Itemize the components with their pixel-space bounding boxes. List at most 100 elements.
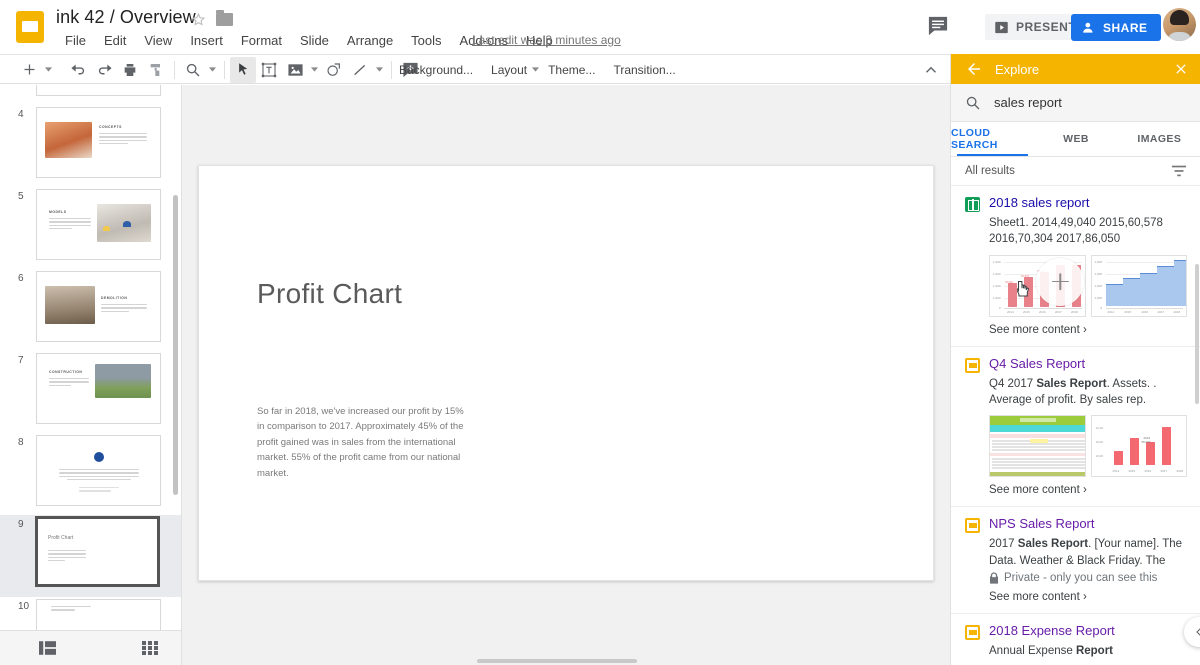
snippet-text: Q4 2017 (989, 377, 1037, 390)
menu-item-tools[interactable]: Tools (402, 31, 450, 50)
slide-thumbnail-label: MODELS (49, 210, 67, 214)
slide-canvas[interactable]: Profit Chart So far in 2018, we've incre… (182, 85, 950, 665)
slide-thumbnail-7[interactable]: 7 CONSTRUCTION (0, 351, 181, 433)
comment-icon[interactable] (927, 16, 949, 36)
see-more-content-link[interactable]: See more content › (989, 591, 1187, 603)
paint-format-icon[interactable] (143, 57, 169, 83)
toolbar: Background... Layout Theme... Transition… (0, 54, 950, 84)
top-bar: ink 42 / Overview File Edit View Insert … (0, 0, 1200, 54)
document-title[interactable]: ink 42 / Overview (56, 7, 196, 28)
current-slide[interactable]: Profit Chart So far in 2018, we've incre… (198, 165, 934, 581)
menu-item-arrange[interactable]: Arrange (338, 31, 402, 50)
snippet-text: 2017 (989, 538, 1018, 551)
result-bar-chart-thumbnail[interactable]: 1,000 1,000 1,000 1,000 0 49,040 60,578 … (989, 254, 1086, 317)
canvas-horizontal-scrollbar[interactable] (477, 659, 637, 663)
present-play-icon (995, 21, 1008, 33)
see-more-content-link[interactable]: See more content › (989, 324, 1187, 336)
theme-button[interactable]: Theme... (539, 59, 604, 81)
new-slide-dropdown-button[interactable] (42, 57, 55, 83)
close-icon[interactable] (1173, 61, 1189, 77)
result-item[interactable]: Q4 Sales Report Q4 2017 Sales Report. As… (951, 345, 1200, 507)
result-spreadsheet-thumbnail[interactable] (989, 415, 1086, 478)
folder-icon[interactable] (216, 10, 233, 26)
slide-thumbnail-4[interactable]: 4 CONCEPTS (0, 105, 181, 187)
star-icon[interactable] (191, 12, 206, 27)
view-mode-bar (0, 630, 182, 665)
share-label: SHARE (1103, 20, 1148, 35)
grid-view-icon[interactable] (135, 635, 165, 661)
slide-thumbnail-label: CONCEPTS (99, 125, 122, 129)
search-input[interactable] (994, 95, 1184, 110)
result-item[interactable]: 2018 Expense Report Annual Expense Repor… (951, 612, 1200, 665)
slide-thumbnail-3[interactable]: 3 (0, 85, 181, 105)
google-sheets-icon (965, 197, 980, 212)
filmstrip-view-icon[interactable] (32, 635, 62, 661)
slide-body-text[interactable]: So far in 2018, we've increased our prof… (257, 404, 472, 481)
line-icon[interactable] (347, 57, 373, 83)
slide-thumbnail-9[interactable]: 9 Profit Chart (0, 515, 181, 597)
slide-panel-scrollbar[interactable] (173, 195, 178, 495)
image-dropdown-button[interactable] (308, 57, 321, 83)
result-snippet: 2017 Sales Report. [Your name]. The Data… (989, 536, 1187, 569)
last-edit-status[interactable]: Last edit was 3 minutes ago (472, 33, 621, 47)
present-label: PRESENT (1016, 20, 1077, 34)
zoom-icon[interactable] (180, 57, 206, 83)
slides-logo-icon (16, 11, 44, 43)
result-item[interactable]: NPS Sales Report 2017 Sales Report. [You… (951, 506, 1200, 613)
result-title[interactable]: NPS Sales Report (989, 516, 1095, 532)
private-status: Private - only you can see this (989, 572, 1187, 584)
share-button[interactable]: SHARE (1071, 14, 1161, 41)
chevron-up-icon[interactable] (922, 61, 940, 79)
arrow-left-icon[interactable] (965, 60, 983, 78)
undo-icon[interactable] (65, 57, 91, 83)
result-title[interactable]: 2018 sales report (989, 195, 1089, 211)
slide-thumbnail-5[interactable]: 5 MODELS (0, 187, 181, 269)
menu-item-insert[interactable]: Insert (181, 31, 232, 50)
slide-thumbnail-title: Profit Chart (48, 535, 74, 541)
result-area-chart-thumbnail[interactable]: 1,000 1,000 1,000 1,000 0 2014 2015 2016… (1090, 254, 1187, 317)
menu-item-format[interactable]: Format (232, 31, 291, 50)
chevron-left-icon (1196, 628, 1200, 636)
slide-number: 8 (18, 437, 24, 448)
menu-item-edit[interactable]: Edit (95, 31, 135, 50)
slide-number: 4 (18, 109, 24, 120)
tab-images[interactable]: IMAGES (1118, 122, 1200, 156)
result-thumbnails: 12,00 10,00 10,00 2016 55,000 2014 2015 … (989, 415, 1187, 478)
layout-button[interactable]: Layout (482, 59, 536, 81)
menu-item-file[interactable]: File (56, 31, 95, 50)
slide-thumbnail-10[interactable]: 10 (0, 597, 181, 630)
slide-title[interactable]: Profit Chart (257, 278, 402, 310)
transition-button[interactable]: Transition... (604, 59, 684, 81)
result-title[interactable]: 2018 Expense Report (989, 623, 1115, 639)
slide-thumbnail-8[interactable]: 8 (0, 433, 181, 515)
results-filter-bar: All results (951, 157, 1200, 185)
snippet-bold: Sales Report (1017, 538, 1089, 551)
result-item[interactable]: 2018 sales report Sheet1. 2014,49,040 20… (951, 185, 1200, 346)
slide-number: 10 (18, 601, 30, 612)
tab-cloud-search[interactable]: CLOUD SEARCH (951, 122, 1034, 156)
zoom-dropdown-button[interactable] (206, 57, 219, 83)
slide-thumbnail-panel[interactable]: 3 4 CONCEPTS 5 MODELS (0, 85, 182, 630)
tab-web[interactable]: WEB (1034, 122, 1117, 156)
all-results-label: All results (965, 165, 1015, 177)
shape-icon[interactable] (321, 57, 347, 83)
background-button[interactable]: Background... (390, 59, 482, 81)
see-more-content-link[interactable]: See more content › (989, 484, 1187, 496)
print-icon[interactable] (117, 57, 143, 83)
new-slide-icon[interactable] (16, 57, 42, 83)
insert-image-icon[interactable] (282, 57, 308, 83)
snippet-text: Sheet1. 2014,49,040 2015,60,578 2016,70,… (989, 217, 1163, 246)
tune-filter-icon[interactable] (1171, 163, 1187, 179)
menu-item-view[interactable]: View (135, 31, 181, 50)
insert-plus-button[interactable] (1036, 257, 1084, 306)
select-cursor-icon[interactable] (230, 56, 256, 83)
explore-scrollbar[interactable] (1195, 264, 1199, 404)
menu-item-slide[interactable]: Slide (291, 31, 338, 50)
line-dropdown-button[interactable] (373, 57, 386, 83)
text-box-icon[interactable] (256, 57, 282, 83)
result-bar-chart-thumbnail[interactable]: 12,00 10,00 10,00 2016 55,000 2014 2015 … (1090, 415, 1187, 478)
avatar[interactable] (1163, 8, 1196, 41)
slide-thumbnail-6[interactable]: 6 DEMOLITION (0, 269, 181, 351)
redo-icon[interactable] (91, 57, 117, 83)
result-title[interactable]: Q4 Sales Report (989, 356, 1085, 372)
